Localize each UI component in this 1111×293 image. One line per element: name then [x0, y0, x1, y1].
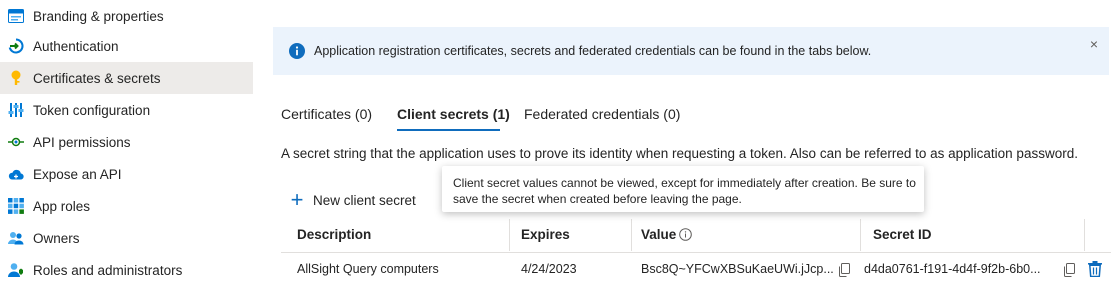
secret-expires: 4/24/2023	[521, 262, 577, 276]
sidebar-item-label: Certificates & secrets	[33, 70, 161, 86]
info-icon	[289, 43, 305, 59]
api-permissions-icon	[8, 134, 24, 150]
info-icon[interactable]	[679, 228, 693, 241]
sidebar-item-token-configuration[interactable]: Token configuration	[0, 94, 253, 126]
secret-id: d4da0761-f191-4d4f-9f2b-6b0...	[864, 262, 1041, 276]
owners-icon	[8, 230, 24, 246]
sidebar-item-owners[interactable]: Owners	[0, 222, 253, 254]
column-divider[interactable]	[509, 219, 510, 251]
sidebar-item-expose-api[interactable]: Expose an API	[0, 158, 253, 190]
sidebar-item-app-roles[interactable]: App roles	[0, 190, 253, 222]
sidebar-item-label: API permissions	[33, 134, 131, 150]
authentication-icon	[8, 38, 24, 54]
column-header-expires[interactable]: Expires	[521, 227, 570, 242]
new-client-secret-label: New client secret	[313, 192, 416, 208]
banner-message: Application registration certificates, s…	[314, 44, 872, 58]
sidebar-item-label: Expose an API	[33, 166, 122, 182]
sidebar-item-label: Branding & properties	[33, 8, 164, 24]
sidebar-item-label: Owners	[33, 230, 80, 246]
sidebar: Branding & properties Authentication Cer…	[0, 0, 253, 293]
roles-admins-icon	[8, 262, 24, 278]
sidebar-item-authentication[interactable]: Authentication	[0, 30, 253, 62]
tab-certificates[interactable]: Certificates (0)	[281, 106, 372, 122]
close-icon[interactable]: ×	[1086, 36, 1102, 52]
column-divider[interactable]	[631, 219, 632, 251]
copy-secret-id-icon[interactable]	[1063, 263, 1075, 277]
sidebar-item-certificates-secrets[interactable]: Certificates & secrets	[0, 62, 253, 94]
secret-description: AllSight Query computers	[297, 262, 439, 276]
sidebar-item-label: Authentication	[33, 38, 119, 54]
column-header-value[interactable]: Value	[641, 227, 693, 242]
copy-value-icon[interactable]	[838, 263, 850, 277]
key-icon	[8, 70, 24, 86]
sidebar-item-label: App roles	[33, 198, 91, 214]
column-header-secret-id[interactable]: Secret ID	[873, 227, 932, 242]
branding-icon	[8, 8, 24, 24]
tab-federated-credentials[interactable]: Federated credentials (0)	[524, 106, 680, 122]
plus-icon: +	[290, 187, 304, 212]
table-row: AllSight Query computers 4/24/2023 Bsc8Q…	[281, 254, 1111, 286]
sidebar-item-label: Roles and administrators	[33, 262, 183, 278]
section-description: A secret string that the application use…	[281, 146, 1078, 161]
app-roles-icon	[8, 198, 24, 214]
token-config-icon	[8, 102, 24, 118]
table-header-row: Description Expires Value Secret ID	[281, 217, 1111, 253]
sidebar-item-api-permissions[interactable]: API permissions	[0, 126, 253, 158]
delete-icon[interactable]	[1088, 261, 1102, 278]
column-header-value-label: Value	[641, 227, 677, 242]
tooltip-text: Client secret values cannot be viewed, e…	[453, 176, 916, 206]
column-divider[interactable]	[860, 219, 861, 251]
sidebar-item-branding[interactable]: Branding & properties	[0, 0, 253, 32]
value-info-tooltip: Client secret values cannot be viewed, e…	[442, 166, 924, 212]
info-banner: Application registration certificates, s…	[273, 27, 1109, 75]
column-header-description[interactable]: Description	[297, 227, 371, 242]
tab-client-secrets[interactable]: Client secrets (1)	[397, 106, 510, 122]
sidebar-item-roles-administrators[interactable]: Roles and administrators	[0, 254, 253, 286]
column-divider[interactable]	[1084, 219, 1085, 251]
selected-tab-indicator	[397, 129, 500, 131]
new-client-secret-button[interactable]: + New client secret	[289, 189, 416, 211]
cloud-icon	[8, 166, 24, 182]
client-secrets-table: Description Expires Value Secret ID AllS…	[281, 217, 1111, 293]
sidebar-item-label: Token configuration	[33, 102, 151, 118]
secret-value: Bsc8Q~YFCwXBSuKaeUWi.jJcp...	[641, 262, 834, 276]
